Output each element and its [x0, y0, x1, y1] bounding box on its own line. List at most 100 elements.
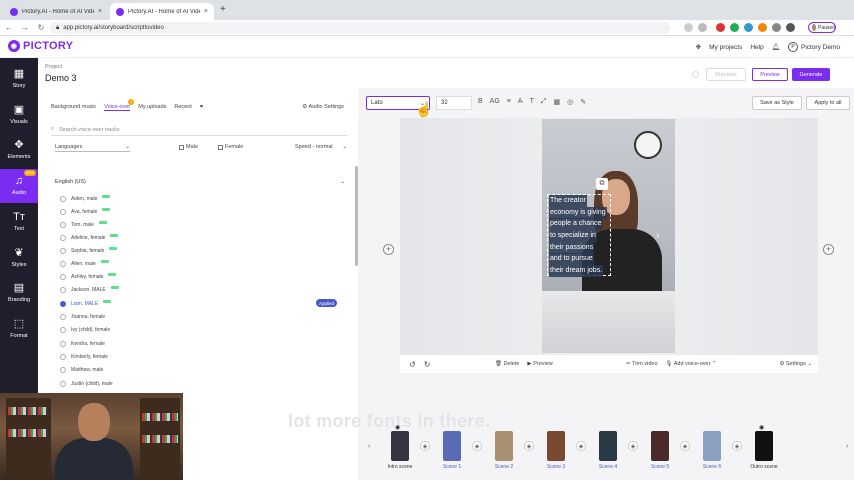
profile-menu[interactable]: P Pictory Demo	[787, 42, 840, 52]
voice-item[interactable]: Justin (child), male	[60, 378, 350, 390]
copy-icon[interactable]: ⧉	[596, 178, 608, 190]
play-icon[interactable]	[60, 235, 66, 241]
search-input[interactable]: Search voice-over tracks	[59, 127, 120, 133]
new-tab-button[interactable]: +	[220, 4, 226, 15]
scene-thumbnail-1[interactable]	[443, 431, 461, 461]
caption-line[interactable]: their dream jobs.	[549, 265, 604, 277]
speed-dropdown[interactable]: Speed - normal ⌄	[295, 144, 347, 150]
voice-item[interactable]: Sophia, female	[60, 245, 350, 257]
my-projects-link[interactable]: My projects	[709, 44, 742, 51]
caption-line[interactable]: people a chance	[549, 218, 603, 230]
timeline-right-arrow-icon[interactable]: ›	[846, 443, 848, 450]
profile-paused-button[interactable]: Paused	[808, 22, 836, 33]
previous-button[interactable]: Previous	[706, 68, 746, 81]
voice-item[interactable]: Kimberly, female	[60, 351, 350, 363]
highlight-icon[interactable]: ✎	[580, 98, 586, 106]
play-icon[interactable]	[60, 248, 66, 254]
male-checkbox[interactable]: Male	[179, 144, 198, 150]
add-voiceover-button[interactable]: 🎙︎ Add voice-over ⌃	[666, 361, 717, 367]
resize-icon[interactable]: ⤢	[541, 98, 547, 106]
grid-icon[interactable]: ▦	[553, 98, 560, 106]
scene-thumbnail-4[interactable]	[599, 431, 617, 461]
undo-icon[interactable]: ↺	[409, 360, 416, 369]
caption-line[interactable]: economy is giving	[549, 207, 607, 219]
sidebar-item-text[interactable]: Tт Text	[0, 205, 38, 239]
text-style-icon[interactable]: T	[530, 98, 534, 106]
tab-recent[interactable]: Recent	[174, 104, 191, 111]
bold-icon[interactable]: B	[478, 98, 483, 106]
language-group-english-us[interactable]: English (US) ⌄	[55, 179, 345, 189]
play-icon[interactable]	[60, 222, 66, 228]
voice-item[interactable]: Aiden, male	[60, 193, 350, 205]
link-icon[interactable]: ◎	[567, 98, 573, 106]
browser-tab-1[interactable]: Pictory.AI - Home of AI Video E... ×	[4, 3, 108, 20]
tab-close-icon[interactable]: ×	[98, 8, 102, 15]
voice-item[interactable]: Kendra, female	[60, 338, 350, 350]
play-icon[interactable]	[60, 261, 66, 267]
voice-item[interactable]: Ashley, female	[60, 271, 350, 283]
transition-icon[interactable]: ◈	[576, 441, 586, 451]
play-icon[interactable]	[60, 341, 66, 347]
chevron-right-icon[interactable]: ›	[656, 230, 659, 241]
timeline-left-arrow-icon[interactable]: ‹	[368, 443, 370, 450]
play-icon[interactable]	[60, 327, 66, 333]
puzzle-icon[interactable]: ✥	[696, 43, 701, 51]
redo-icon[interactable]: ↻	[424, 360, 431, 369]
voice-item[interactable]: Allen, male	[60, 258, 350, 270]
heart-icon[interactable]: ♥	[200, 104, 203, 111]
voice-search[interactable]: ⌕ Search voice-over tracks	[51, 124, 347, 136]
voice-item[interactable]: Ava, female	[60, 206, 350, 218]
scene-thumbnail-6[interactable]	[703, 431, 721, 461]
caption-line[interactable]: The creator	[549, 195, 587, 207]
voice-item-selected[interactable]: Liam, MALE Applied	[60, 298, 350, 310]
project-name[interactable]: Demo 3	[45, 73, 77, 83]
star-icon[interactable]	[698, 23, 707, 32]
voice-item[interactable]: Tom, male	[60, 219, 350, 231]
eye-slash-icon[interactable]: ◉	[395, 424, 400, 431]
voice-item[interactable]: Adeline, female	[60, 232, 350, 244]
tab-my-uploads[interactable]: My uploads	[138, 104, 166, 111]
caption-line[interactable]: and to pursue	[549, 253, 594, 265]
scene-settings-button[interactable]: ⚙ Settings ⌄	[780, 361, 812, 367]
scene-thumbnail-5[interactable]	[651, 431, 669, 461]
sidebar-item-format[interactable]: ⬚ Format	[0, 312, 38, 346]
scene-thumbnail-3[interactable]	[547, 431, 565, 461]
play-icon[interactable]	[60, 274, 66, 280]
scene-thumbnail-outro[interactable]: ◉	[755, 425, 773, 461]
sidebar-item-elements[interactable]: ✥ Elements	[0, 133, 38, 167]
align-icon[interactable]: ≡	[507, 98, 511, 106]
tab-background-music[interactable]: Background music	[51, 104, 96, 111]
preview-button[interactable]: Preview	[752, 68, 788, 81]
languages-dropdown[interactable]: Languages ⌄	[55, 144, 130, 152]
caption-line[interactable]: to specialize in	[549, 230, 597, 242]
audio-settings-button[interactable]: ⚙ Audio Settings	[302, 104, 344, 110]
play-icon[interactable]	[60, 314, 66, 320]
caption-line[interactable]: their passions	[549, 242, 595, 254]
forward-icon[interactable]: →	[21, 23, 29, 32]
transition-icon[interactable]: ◈	[680, 441, 690, 451]
help-link[interactable]: Help	[750, 44, 763, 51]
browser-tab-2[interactable]: Pictory.AI - Home of AI Video E... ×	[110, 3, 214, 20]
notification-bell-icon[interactable]: 🔔︎	[772, 43, 780, 51]
play-icon[interactable]	[60, 367, 66, 373]
add-scene-right-icon[interactable]: +	[823, 244, 834, 255]
play-icon[interactable]	[60, 209, 66, 215]
scene-thumbnail-2[interactable]	[495, 431, 513, 461]
play-icon[interactable]	[60, 287, 66, 293]
sidebar-item-audio[interactable]: NEW ♫ Audio	[0, 169, 38, 203]
address-bar[interactable]: 🔒︎ app.pictory.ai/storyboard/scripttovid…	[50, 22, 670, 34]
tab-close-icon[interactable]: ×	[204, 8, 208, 15]
sidebar-item-styles[interactable]: ❦ Styles	[0, 241, 38, 275]
delete-button[interactable]: 🗑︎ Delete	[495, 361, 519, 367]
eye-slash-icon[interactable]: ◉	[759, 424, 764, 431]
sidebar-item-story[interactable]: ▦ Story	[0, 62, 38, 96]
play-icon[interactable]	[60, 301, 66, 307]
pictory-logo[interactable]: ◉ PICTORY	[8, 40, 73, 52]
voice-item[interactable]: Joanna, female	[60, 311, 350, 323]
scene-thumbnail-intro[interactable]: ◉	[391, 425, 409, 461]
back-icon[interactable]: ←	[5, 23, 13, 32]
transition-icon[interactable]: ◈	[420, 441, 430, 451]
female-checkbox[interactable]: Female	[218, 144, 243, 150]
sidebar-item-branding[interactable]: ▤ Branding	[0, 276, 38, 310]
trim-video-button[interactable]: ✂ Trim video	[626, 361, 658, 367]
